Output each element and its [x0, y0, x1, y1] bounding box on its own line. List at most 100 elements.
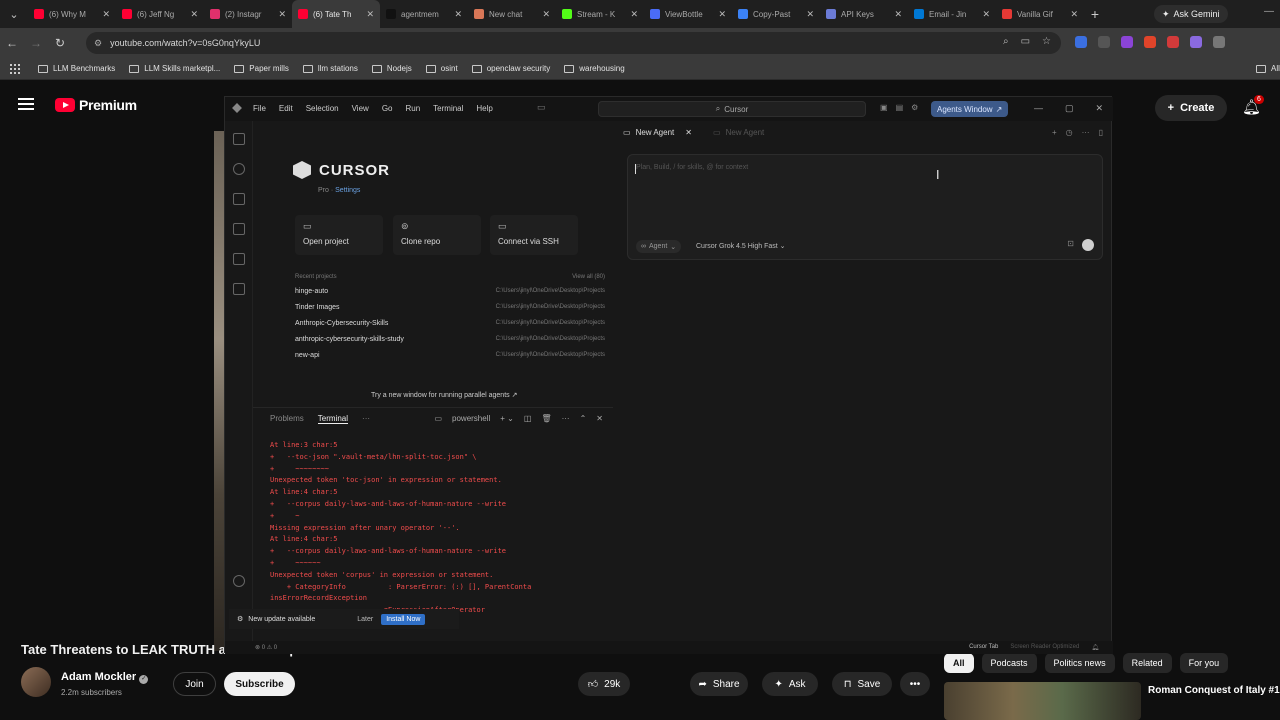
menu-item[interactable]: Run	[405, 104, 420, 113]
bookmark-folder[interactable]: openclaw security	[471, 64, 550, 73]
menu-item[interactable]: File	[253, 104, 266, 113]
trash-icon[interactable]: 🗑︎	[541, 414, 551, 423]
bookmark-folder[interactable]: Nodejs	[371, 64, 412, 73]
browser-tab[interactable]: API Keys ✕	[820, 0, 908, 28]
clone-repo-button[interactable]: ⊚ Clone repo	[393, 215, 481, 255]
url-input[interactable]: ⚙ youtube.com/watch?v=0sG0nqYkyLU ⌕ ▭ ☆	[86, 32, 1061, 54]
toggle-sidebar-icon[interactable]: ▯	[1099, 128, 1103, 137]
maximize-panel-icon[interactable]: ⌃	[580, 414, 587, 423]
browser-tab[interactable]: (6) Jeff Ng ✕	[116, 0, 204, 28]
parallel-agents-tip[interactable]: Try a new window for running parallel ag…	[371, 391, 517, 399]
bookmark-folder[interactable]: llm stations	[302, 64, 358, 73]
filter-chip[interactable]: Politics news	[1044, 653, 1115, 673]
recent-project-item[interactable]: Tinder Images C:\Users\jinyl\OneDrive\Des…	[295, 304, 605, 320]
site-info-icon[interactable]: ⚙	[94, 38, 102, 49]
browser-tab[interactable]: Vanilla Gif ✕	[996, 0, 1084, 28]
extension-icon[interactable]	[1167, 36, 1179, 48]
recent-project-item[interactable]: anthropic-cybersecurity-skills-study C:\U…	[295, 336, 605, 352]
agent-composer[interactable]: Plan, Build, / for skills, @ for context…	[627, 154, 1103, 260]
settings-gear-icon[interactable]: ⚙	[911, 103, 918, 112]
send-icon[interactable]	[1082, 239, 1094, 251]
bookmark-folder[interactable]: osint	[425, 64, 458, 73]
tab-new-agent[interactable]: ▭ New Agent ✕	[623, 128, 692, 137]
bookmark-folder[interactable]: LLM Benchmarks	[38, 64, 115, 73]
close-tab-icon[interactable]: ✕	[542, 9, 550, 20]
browser-tab[interactable]: Email - Jin ✕	[908, 0, 996, 28]
tab-terminal[interactable]: Terminal	[317, 414, 349, 424]
forward-icon[interactable]: →	[24, 36, 48, 50]
more-icon[interactable]: ···	[562, 414, 570, 423]
zoom-icon[interactable]: ⌕	[1003, 36, 1009, 47]
extension-icon[interactable]	[1098, 36, 1110, 48]
related-video-title[interactable]: Roman Conquest of Italy #1 - Humble Begi…	[1148, 684, 1280, 698]
join-button[interactable]: Join	[173, 672, 216, 696]
channel-avatar[interactable]	[21, 667, 51, 697]
split-terminal-icon[interactable]: ◫	[524, 414, 532, 423]
remote-icon[interactable]	[232, 253, 245, 265]
bookmark-folder[interactable]: Paper mills	[234, 64, 289, 73]
install-now-button[interactable]: Install Now	[381, 613, 426, 625]
back-icon[interactable]: ←	[0, 36, 24, 50]
new-agent-plus-icon[interactable]: +	[1052, 128, 1057, 137]
filter-chip[interactable]: Related	[1122, 653, 1172, 673]
new-tab-button[interactable]: +	[1084, 6, 1106, 22]
tab-new-agent-inactive[interactable]: ▭ New Agent	[713, 128, 764, 137]
search-panel-icon[interactable]	[232, 163, 245, 175]
subscribe-button[interactable]: Subscribe	[224, 672, 295, 696]
maximize-icon[interactable]: ▢	[1065, 103, 1074, 114]
source-control-icon[interactable]	[232, 193, 245, 205]
bookmark-star-icon[interactable]: ☆	[1042, 36, 1051, 47]
browser-tab[interactable]: (6) Tate Th ✕	[292, 0, 380, 28]
browser-tab[interactable]: (6) Why M ✕	[28, 0, 116, 28]
command-search[interactable]: ⌕ Cursor	[598, 101, 866, 117]
window-minimize-icon[interactable]: —	[1264, 6, 1274, 17]
model-select[interactable]: Cursor Grok 4.5 High Fast ⌄	[696, 242, 786, 250]
close-window-icon[interactable]: ✕	[1095, 103, 1103, 114]
close-tab-icon[interactable]: ✕	[982, 9, 990, 20]
attach-image-icon[interactable]: ⊡	[1067, 239, 1074, 251]
settings-link[interactable]: Settings	[335, 187, 360, 194]
close-tab-icon[interactable]: ✕	[454, 9, 462, 20]
panel-toggle-icon[interactable]: ▣	[880, 103, 888, 112]
close-tab-icon[interactable]: ✕	[1070, 9, 1078, 20]
browser-tab[interactable]: New chat ✕	[468, 0, 556, 28]
menu-item[interactable]: Selection	[306, 104, 339, 113]
create-button[interactable]: + Create	[1155, 95, 1227, 121]
layout-icon[interactable]: ▭	[537, 102, 546, 113]
more-actions-button[interactable]: •••	[900, 672, 930, 696]
close-tab-icon[interactable]: ✕	[894, 9, 902, 20]
shell-name[interactable]: powershell	[452, 414, 490, 423]
more-tabs-icon[interactable]: ···	[362, 414, 370, 424]
ask-gemini-button[interactable]: ✦ Ask Gemini	[1154, 5, 1228, 23]
close-tab-icon[interactable]: ✕	[630, 9, 638, 20]
save-button[interactable]: ⊓ Save	[832, 672, 892, 696]
channel-name[interactable]: Adam Mockler	[61, 671, 136, 683]
bookmark-folder[interactable]: LLM Skills marketpl...	[129, 64, 220, 73]
youtube-logo[interactable]: Premium	[55, 97, 137, 113]
open-project-button[interactable]: ▭ Open project	[295, 215, 383, 255]
recent-project-item[interactable]: Anthropic-Cybersecurity-Skills C:\Users\j…	[295, 320, 605, 336]
later-button[interactable]: Later	[357, 616, 373, 623]
menu-item[interactable]: Help	[476, 104, 492, 113]
account-icon[interactable]	[232, 575, 245, 587]
close-tab-icon[interactable]: ✕	[190, 9, 198, 20]
extension-icon[interactable]	[1121, 36, 1133, 48]
like-button[interactable]: 👍︎ 29k	[578, 672, 630, 696]
menu-item[interactable]: View	[352, 104, 369, 113]
extension-icon[interactable]	[1075, 36, 1087, 48]
cursor-tab-status[interactable]: Cursor Tab	[969, 644, 998, 651]
extension-icon[interactable]	[1144, 36, 1156, 48]
menu-item[interactable]: Terminal	[433, 104, 463, 113]
close-tab-icon[interactable]: ✕	[366, 9, 374, 20]
screen-reader-status[interactable]: Screen Reader Optimized	[1010, 644, 1079, 651]
reload-icon[interactable]: ↻	[48, 36, 72, 50]
bookmark-folder[interactable]: All	[1256, 64, 1280, 73]
recent-project-item[interactable]: new-api C:\Users\jinyl\OneDrive\Desktop\P…	[295, 352, 605, 368]
terminal-output[interactable]: At line:3 char:5 + --toc-json ".vault-met…	[270, 440, 610, 629]
browser-tab[interactable]: agentmem ✕	[380, 0, 468, 28]
agent-mode-select[interactable]: ∞ Agent ⌄	[636, 240, 682, 253]
filter-chip[interactable]: All	[944, 653, 974, 673]
extensions-icon[interactable]	[232, 283, 245, 295]
agents-window-button[interactable]: Agents Window ↗	[931, 101, 1009, 117]
close-tab-icon[interactable]: ✕	[102, 9, 110, 20]
